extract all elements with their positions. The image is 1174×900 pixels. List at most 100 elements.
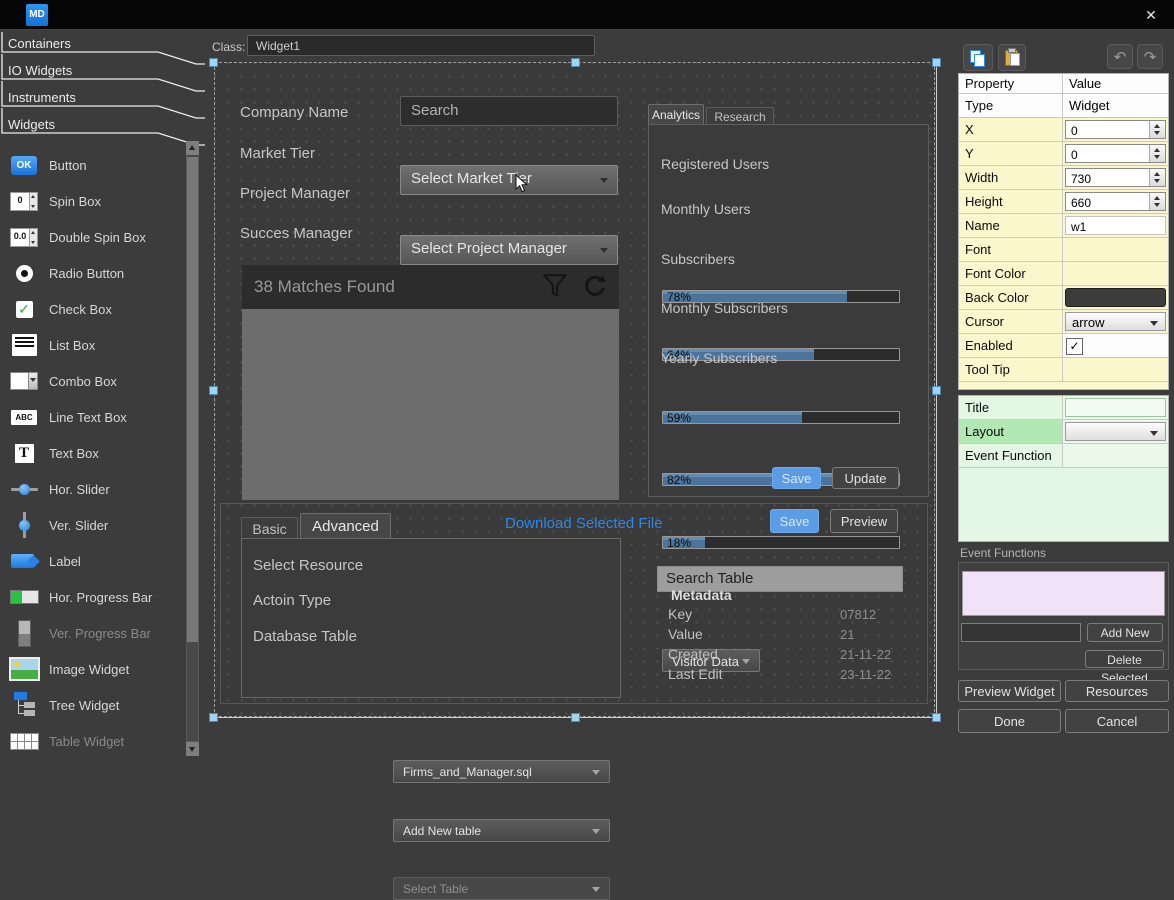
selection-handle[interactable] [932,386,941,395]
selection-handle[interactable] [209,386,218,395]
sidebar-item-text-box[interactable]: T Text Box [6,435,184,471]
sidebar-item-check-box[interactable]: Check Box [6,291,184,327]
close-icon[interactable]: ✕ [1138,5,1164,25]
scroll-down-icon[interactable] [186,742,199,756]
sidebar-item-double-spin-box[interactable]: 0.0 Double Spin Box [6,219,184,255]
selection-handle[interactable] [209,713,218,722]
copy-button[interactable] [963,44,993,71]
spinner-arrows-icon[interactable] [1149,121,1165,138]
sidebar-section-io-widgets[interactable]: IO Widgets [8,63,72,79]
scroll-up-icon[interactable] [186,141,199,155]
market-tier-dropdown[interactable]: Select Market Tier [400,165,618,195]
sidebar-item-button[interactable]: OK Button [6,147,184,183]
sidebar-section-containers[interactable]: Containers [8,36,71,52]
selection-handle[interactable] [209,58,218,67]
preview-button[interactable]: Preview [830,509,898,533]
sidebar-item-ver-progress-bar[interactable]: Ver. Progress Bar [6,615,184,651]
sidebar-item-table-widget[interactable]: Table Widget [6,723,184,759]
refresh-icon[interactable] [581,274,607,299]
meta-created-value: 21-11-22 [840,647,891,662]
sidebar-item-combo-box[interactable]: Combo Box [6,363,184,399]
tab-advanced[interactable]: Advanced [300,513,391,539]
redo-icon[interactable]: ↷ [1137,44,1163,69]
widget-property-table: Title Layout Event Function [958,395,1169,542]
action-type-dropdown[interactable]: Add New table [393,819,610,842]
sidebar-item-hor-slider[interactable]: Hor. Slider [6,471,184,507]
sidebar-item-hor-progress-bar[interactable]: Hor. Progress Bar [6,579,184,615]
sidebar-item-label-widget[interactable]: Label [6,543,184,579]
meta-value-label: Value [668,626,703,642]
height-spinner[interactable]: 660 [1065,192,1166,211]
spinner-arrows-icon[interactable] [1149,169,1165,186]
class-input[interactable]: Widget1 [247,35,595,56]
subscribers-progress: 59% [662,411,900,424]
analytics-save-button[interactable]: Save [772,467,821,489]
spinner-arrows-icon[interactable] [1149,193,1165,210]
delete-selected-button[interactable]: Delete Selected [1085,650,1164,668]
selection-handle[interactable] [932,713,941,722]
filter-icon[interactable] [542,272,568,300]
title-bar: MD ✕ [0,0,1174,30]
tab-research[interactable]: Research [706,107,774,125]
scrollbar-thumb[interactable] [187,157,198,642]
done-button[interactable]: Done [958,709,1061,733]
name-input[interactable]: w1 [1065,216,1166,235]
width-spinner[interactable]: 730 [1065,168,1166,187]
resources-button[interactable]: Resources [1065,680,1169,702]
sidebar-item-radio-button[interactable]: Radio Button [6,255,184,291]
progress-label: Subscribers [661,251,735,267]
prop-row-width: Width 730 [959,166,1168,190]
sidebar-item-ver-slider[interactable]: Ver. Slider [6,507,184,543]
sidebar-item-tree-widget[interactable]: Tree Widget [6,687,184,723]
metadata-title: Metadata [671,587,732,603]
preview-widget-button[interactable]: Preview Widget [958,680,1061,702]
sidebar-section-instruments[interactable]: Instruments [8,90,76,106]
matches-list[interactable] [242,309,619,500]
sidebar-section-widgets[interactable]: Widgets [8,117,55,133]
paste-button[interactable] [998,44,1026,71]
add-new-button[interactable]: Add New [1087,623,1163,642]
sidebar-item-line-text-box[interactable]: ABC Line Text Box [6,399,184,435]
sidebar-item-spin-box[interactable]: 0 Spin Box [6,183,184,219]
enabled-checkbox[interactable]: ✓ [1066,338,1083,355]
database-table-dropdown[interactable]: Select Table [393,877,610,900]
sidebar-item-label: Radio Button [49,266,124,281]
spinner-arrows-icon[interactable] [1149,145,1165,162]
action-type-label: Actoin Type [253,592,331,609]
cancel-button[interactable]: Cancel [1065,709,1169,733]
selection-handle[interactable] [571,713,580,722]
title-input[interactable] [1065,398,1166,417]
download-selected-file-link[interactable]: Download Selected File [505,515,663,532]
meta-value-value: 21 [840,627,854,642]
prop-row-font-color[interactable]: Font Color [959,262,1168,286]
event-functions-list[interactable] [962,571,1165,616]
chevron-down-icon [1150,431,1158,436]
select-resource-dropdown[interactable]: Firms_and_Manager.sql [393,760,610,783]
tab-analytics[interactable]: Analytics [648,104,704,125]
company-search-input[interactable]: Search [400,96,618,126]
selection-handle[interactable] [932,58,941,67]
prop-row-type: Type Widget [959,94,1168,118]
cursor-dropdown[interactable]: arrow [1065,312,1166,331]
sidebar-item-image-widget[interactable]: Image Widget [6,651,184,687]
tab-basic[interactable]: Basic [241,517,298,539]
undo-icon[interactable]: ↶ [1107,44,1133,69]
company-name-label: Company Name [240,104,348,121]
prop-row-enabled: Enabled ✓ [959,334,1168,358]
update-button[interactable]: Update [832,467,899,489]
x-spinner[interactable]: 0 [1065,120,1166,139]
prop-row-tooltip[interactable]: Tool Tip [959,358,1168,382]
prop-row-font[interactable]: Font [959,238,1168,262]
selection-handle[interactable] [571,58,580,67]
layout-dropdown[interactable] [1065,422,1166,441]
sidebar-item-list-box[interactable]: List Box [6,327,184,363]
project-manager-dropdown[interactable]: Select Project Manager [400,235,618,265]
y-spinner[interactable]: 0 [1065,144,1166,163]
prop-row-event-function[interactable]: Event Function [959,444,1168,468]
widget-table-filler [959,468,1168,541]
event-function-input[interactable] [961,623,1081,642]
paste-icon [1005,49,1020,66]
sidebar-item-label: Hor. Progress Bar [49,590,152,605]
bottom-save-button[interactable]: Save [770,509,819,533]
back-color-swatch[interactable] [1065,288,1166,307]
